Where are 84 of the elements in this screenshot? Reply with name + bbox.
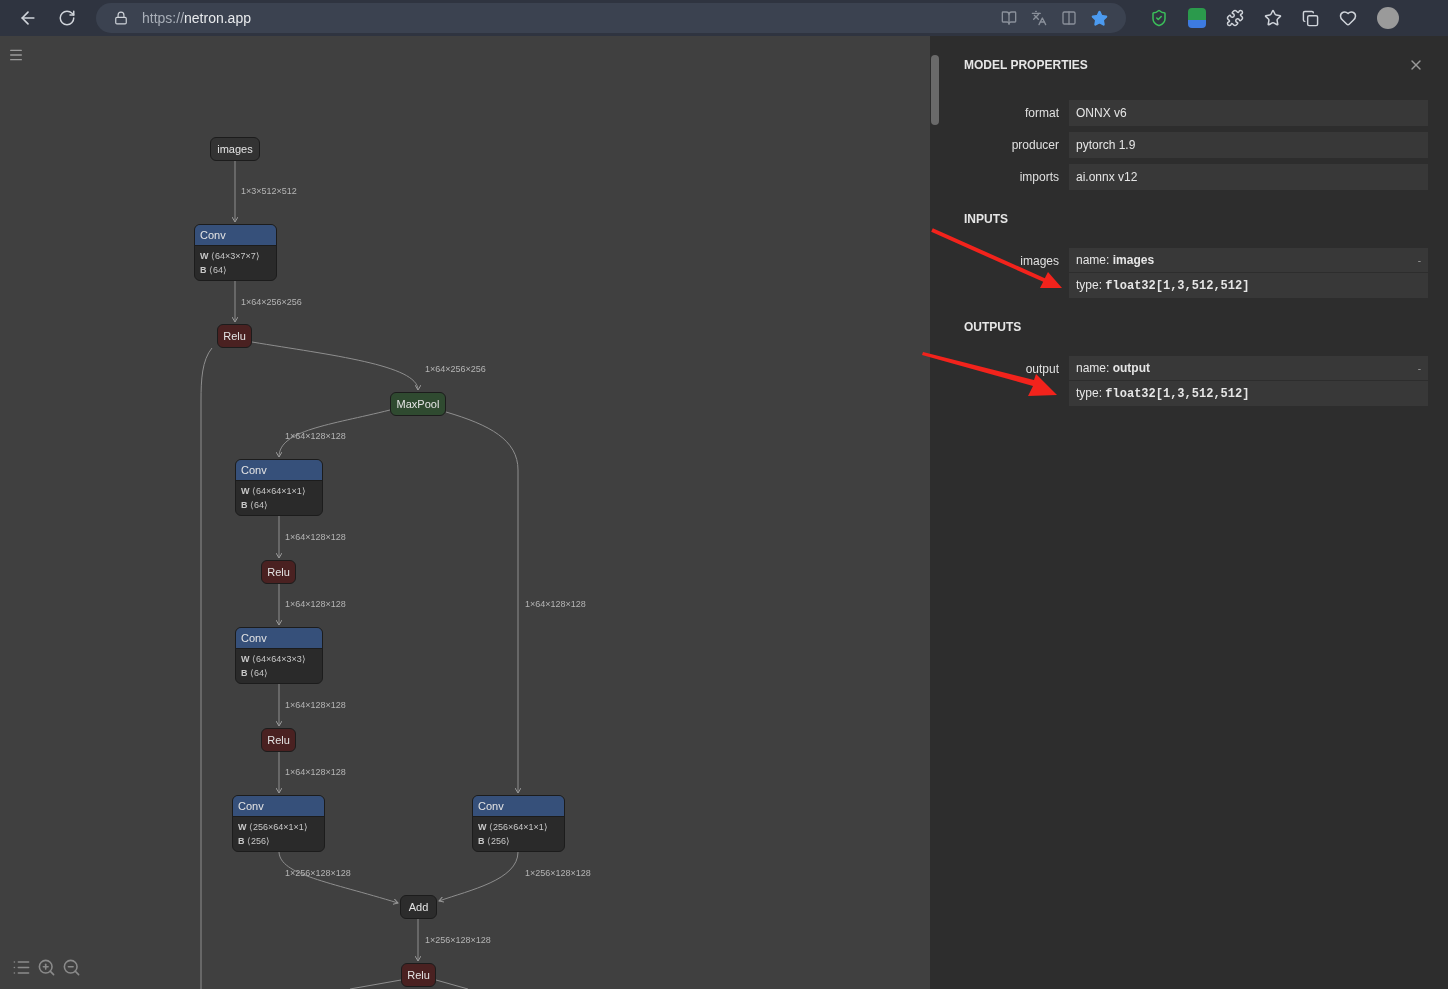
edge-label: 1×256×128×128 [285,867,351,880]
graph-node[interactable]: images [210,137,260,161]
list-icon[interactable] [12,958,31,977]
node-title: Conv [233,796,324,817]
node-attribute: B ⟨256⟩ [478,835,512,848]
graph-node[interactable]: Conv W ⟨64×3×7×7⟩ B ⟨64⟩ [194,224,277,281]
graph-node[interactable]: Relu [217,324,252,348]
edge-label: 1×64×128×128 [525,598,586,611]
tensor-name: name: images [1076,252,1155,269]
edge-label: 1×64×256×256 [425,363,486,376]
edge-label: 1×64×256×256 [241,296,302,309]
node-attribute: W ⟨256×64×1×1⟩ [238,821,309,834]
health-icon[interactable] [1339,9,1357,27]
edge-arrow [414,918,422,962]
property-label: imports [1018,169,1059,186]
collections-icon[interactable] [1302,9,1319,27]
node-attribute: W ⟨64×64×1×1⟩ [241,485,307,498]
node-title: Conv [236,628,322,649]
expand-toggle[interactable]: - [1417,252,1421,268]
node-title: Conv [236,460,322,481]
section-title: OUTPUTS [964,319,1023,336]
tensor-type: type: float32[1,3,512,512] [1075,385,1251,403]
graph-node[interactable]: Relu [401,963,436,987]
edge-label: 1×64×128×128 [285,531,346,544]
edge-arrow [275,583,283,626]
property-label: format [1024,105,1059,122]
edge-label: 1×256×128×128 [425,934,491,947]
graph-node[interactable]: Relu [261,560,296,584]
node-title: Conv [473,796,564,817]
edge-arrow [275,751,283,794]
translate-icon[interactable] [1031,10,1047,26]
edge-arrow [275,683,283,727]
property-label: output [1024,361,1059,378]
edge-line [349,979,402,989]
node-attribute: B ⟨64⟩ [200,264,229,277]
node-title: Conv [195,225,276,246]
edge-line [435,979,469,989]
extensions-icon[interactable] [1226,9,1244,27]
section-title: INPUTS [964,211,1009,228]
profile-avatar[interactable] [1377,7,1399,29]
edge-arrow [231,160,239,223]
node-attribute: B ⟨64⟩ [241,499,270,512]
favorite-star-icon[interactable] [1091,9,1108,27]
property-value: pytorch 1.9 [1069,132,1428,158]
address-bar[interactable]: https://netron.app [96,3,1126,33]
edge-label: 1×256×128×128 [525,867,591,880]
graph-node[interactable]: Conv W ⟨256×64×1×1⟩ B ⟨256⟩ [472,795,565,852]
menu-icon[interactable] [8,47,24,63]
property-value: ai.onnx v12 [1069,164,1428,190]
node-attribute: W ⟨64×3×7×7⟩ [200,250,261,263]
split-screen-icon[interactable] [1061,10,1077,26]
edge-label: 1×64×128×128 [285,766,346,779]
edge-label: 1×64×128×128 [285,699,346,712]
graph-node[interactable]: Conv W ⟨256×64×1×1⟩ B ⟨256⟩ [232,795,325,852]
zoom-in-icon[interactable] [37,958,56,977]
favorites-icon[interactable] [1264,9,1282,27]
extension-icon[interactable] [1188,8,1206,28]
graph-node[interactable]: Conv W ⟨64×64×3×3⟩ B ⟨64⟩ [235,627,323,684]
refresh-icon[interactable] [58,9,76,27]
panel-title: MODEL PROPERTIES [964,57,1088,74]
tensor-type: type: float32[1,3,512,512] [1075,277,1251,295]
node-attribute: B ⟨256⟩ [238,835,272,848]
graph-node[interactable]: Relu [261,728,296,752]
url-text: https://netron.app [142,8,252,28]
graph-node[interactable]: Conv W ⟨64×64×1×1⟩ B ⟨64⟩ [235,459,323,516]
graph-node[interactable]: MaxPool [390,392,446,416]
read-aloud-icon[interactable] [1001,10,1017,26]
property-label: images [1019,253,1059,270]
zoom-out-icon[interactable] [62,958,81,977]
edge-arrow [275,515,283,559]
edge-label: 1×3×512×512 [241,185,297,198]
node-attribute: W ⟨64×64×3×3⟩ [241,653,307,666]
property-value: ONNX v6 [1069,100,1428,126]
graph-node[interactable]: Add [400,895,437,919]
edge-label: 1×64×128×128 [285,598,346,611]
property-label: producer [1010,137,1059,154]
tensor-name: name: output [1076,360,1150,377]
node-attribute: W ⟨256×64×1×1⟩ [478,821,549,834]
expand-toggle[interactable]: - [1417,360,1421,376]
node-attribute: B ⟨64⟩ [241,667,270,680]
lock-icon [114,11,128,25]
shield-icon[interactable] [1150,9,1168,27]
edge-label: 1×64×128×128 [285,430,346,443]
edge-arrow [231,280,239,323]
